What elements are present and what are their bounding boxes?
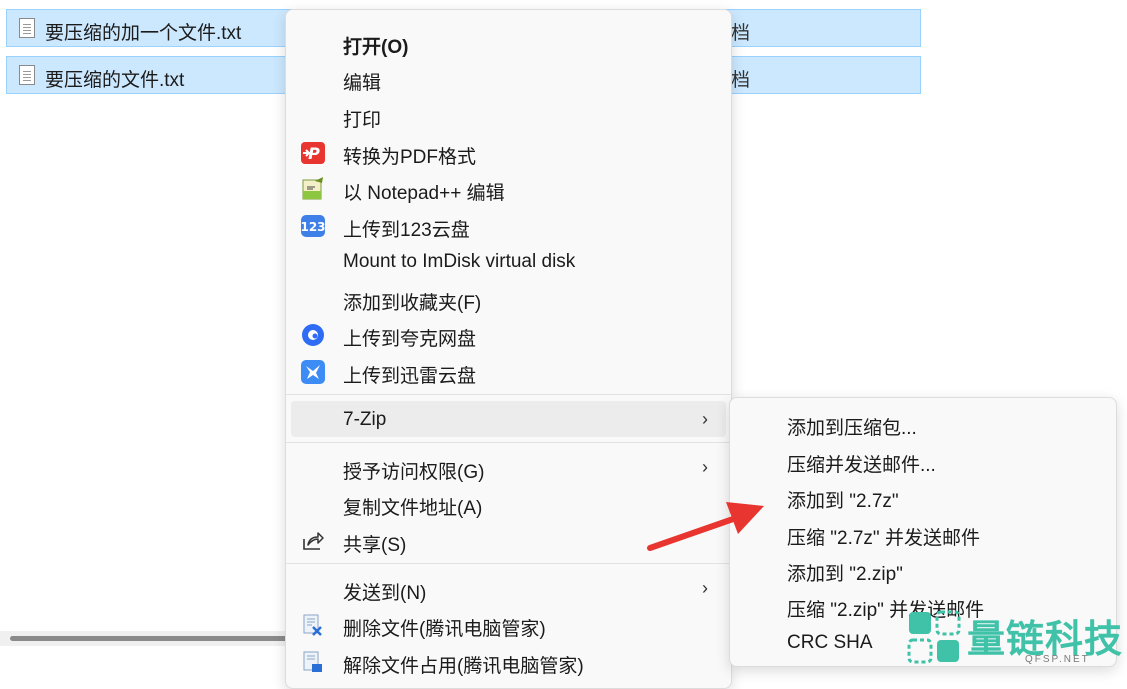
menu-separator (286, 563, 731, 564)
menu-item-upload-quark[interactable]: 上传到夸克网盘 (291, 316, 726, 352)
menu-item-send-to[interactable]: 发送到(N) › (291, 570, 726, 606)
submenu-item-label: 压缩 "2.7z" 并发送邮件 (787, 528, 980, 549)
menu-item-label: 7-Zip (343, 409, 387, 430)
menu-item-delete-file[interactable]: 删除文件(腾讯电脑管家) (291, 606, 726, 642)
menu-item-label: 授予访问权限(G) (343, 462, 485, 483)
watermark-logo-icon (907, 610, 961, 664)
file-type: 档 (731, 70, 751, 91)
submenu-item-add-7z[interactable]: 添加到 "2.7z" (735, 478, 1111, 514)
submenu-item-add-archive[interactable]: 添加到压缩包... (735, 405, 1111, 441)
file-type: 档 (731, 23, 751, 44)
menu-item-label: 上传到123云盘 (343, 220, 470, 241)
svg-text:123: 123 (301, 220, 325, 234)
watermark: 量链科技 QFSP.NET (905, 606, 1127, 670)
chevron-right-icon: › (702, 578, 708, 598)
context-menu: 打开(O) 编辑 打印 P 转换为PDF格式 以 Notepad++ 编辑 12… (285, 9, 732, 689)
watermark-subtext: QFSP.NET (1025, 654, 1090, 665)
submenu-item-label: 添加到 "2.zip" (787, 564, 903, 585)
menu-item-label: 复制文件地址(A) (343, 498, 483, 519)
submenu-item-add-zip[interactable]: 添加到 "2.zip" (735, 551, 1111, 587)
menu-item-label: 发送到(N) (343, 583, 427, 604)
pdf-convert-icon: P (301, 141, 325, 165)
menu-item-upload-xunlei[interactable]: 上传到迅雷云盘 (291, 353, 726, 389)
quark-icon (301, 323, 325, 347)
red-pointer-arrow-icon (647, 502, 764, 551)
submenu-item-compress-email[interactable]: 压缩并发送邮件... (735, 442, 1111, 478)
unlock-file-icon (301, 650, 325, 674)
menu-item-upload-123[interactable]: 123 上传到123云盘 (291, 207, 726, 243)
menu-item-label: 转换为PDF格式 (343, 147, 477, 168)
menu-item-label: 打印 (343, 110, 382, 131)
menu-item-notepadpp[interactable]: 以 Notepad++ 编辑 (291, 170, 726, 206)
text-file-icon (19, 18, 35, 38)
submenu-item-label: 压缩并发送邮件... (787, 455, 936, 476)
cloud-123-icon: 123 (300, 214, 326, 238)
delete-file-icon (301, 613, 325, 637)
menu-item-label: 共享(S) (343, 535, 407, 556)
menu-item-label: 解除文件占用(腾讯电脑管家) (343, 656, 584, 677)
menu-item-7zip[interactable]: 7-Zip › (291, 401, 726, 437)
menu-item-label: 上传到迅雷云盘 (343, 366, 477, 387)
svg-text:P: P (308, 144, 320, 163)
menu-item-label: 上传到夸克网盘 (343, 329, 477, 350)
menu-item-label: Mount to ImDisk virtual disk (343, 251, 576, 272)
chevron-right-icon: › (702, 409, 708, 429)
share-icon (301, 529, 325, 553)
chevron-right-icon: › (702, 457, 708, 477)
submenu-item-label: 添加到压缩包... (787, 418, 917, 439)
menu-item-imdisk[interactable]: Mount to ImDisk virtual disk (291, 243, 726, 279)
notepad-plus-icon (301, 177, 325, 201)
menu-item-label: 以 Notepad++ 编辑 (343, 183, 505, 204)
menu-item-open[interactable]: 打开(O) (291, 24, 726, 60)
menu-item-label: 编辑 (343, 73, 382, 94)
submenu-item-label: CRC SHA (787, 632, 873, 653)
text-file-icon (19, 65, 35, 85)
menu-separator (286, 442, 731, 443)
menu-item-print[interactable]: 打印 (291, 97, 726, 133)
file-name: 要压缩的文件.txt (45, 70, 185, 91)
menu-item-label: 添加到收藏夹(F) (343, 293, 482, 314)
menu-item-grant-access[interactable]: 授予访问权限(G) › (291, 449, 726, 485)
menu-item-label: 打开(O) (343, 37, 409, 58)
submenu-item-label: 添加到 "2.7z" (787, 491, 899, 512)
xunlei-icon (301, 360, 325, 384)
menu-item-label: 删除文件(腾讯电脑管家) (343, 619, 546, 640)
menu-item-convert-pdf[interactable]: P 转换为PDF格式 (291, 134, 726, 170)
menu-separator (286, 394, 731, 395)
menu-item-add-favorites[interactable]: 添加到收藏夹(F) (291, 280, 726, 316)
menu-item-unlock-file[interactable]: 解除文件占用(腾讯电脑管家) (291, 643, 726, 679)
menu-item-edit[interactable]: 编辑 (291, 60, 726, 96)
file-name: 要压缩的加一个文件.txt (45, 23, 242, 44)
submenu-item-7z-email[interactable]: 压缩 "2.7z" 并发送邮件 (735, 515, 1111, 551)
horizontal-scrollbar-thumb[interactable] (10, 636, 300, 641)
